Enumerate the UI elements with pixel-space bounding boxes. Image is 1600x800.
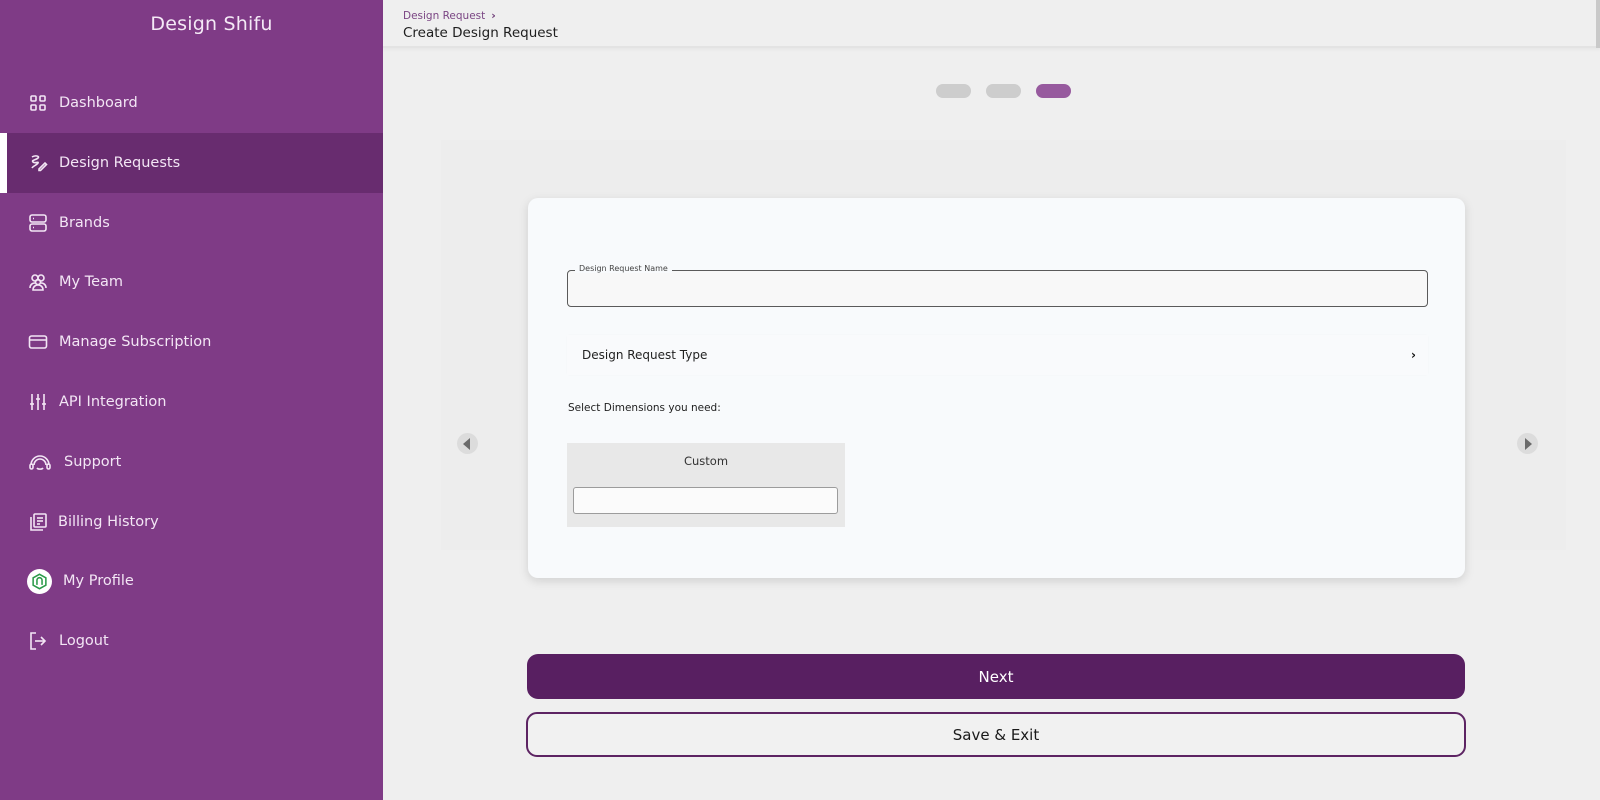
step-indicator — [936, 84, 1071, 98]
avatar-icon — [26, 568, 52, 594]
design-request-type-label: Design Request Type — [582, 348, 708, 362]
sidebar-item-label: Design Requests — [59, 155, 181, 171]
chevron-right-icon: › — [491, 9, 496, 22]
dimensions-label: Select Dimensions you need: — [568, 402, 721, 414]
sidebar-item-label: Brands — [59, 215, 110, 231]
sidebar-item-logout[interactable]: Logout — [0, 611, 383, 671]
dimension-option-title: Custom — [683, 454, 729, 468]
step-dot-3-active — [1036, 84, 1071, 98]
page-title: Create Design Request — [403, 25, 558, 41]
page-header: Design Request › Create Design Request — [383, 0, 1600, 48]
caret-left-icon — [463, 437, 470, 450]
carousel-prev-button[interactable] — [457, 433, 478, 454]
brand-title: Design Shifu — [150, 13, 273, 35]
headset-icon — [28, 451, 52, 473]
sidebar-item-label: My Profile — [63, 573, 134, 589]
server-stack-icon — [27, 212, 49, 234]
chevron-right-icon: › — [1411, 348, 1416, 362]
breadcrumb: Design Request › — [403, 9, 496, 22]
sidebar-item-label: My Team — [59, 274, 124, 290]
sidebar-item-label: Billing History — [58, 514, 159, 530]
sidebar-item-brands[interactable]: Brands — [0, 193, 383, 253]
sidebar-item-billing-history[interactable]: Billing History — [0, 492, 383, 552]
sidebar-item-support[interactable]: Support — [0, 432, 383, 492]
dimension-option-custom[interactable]: Custom — [567, 443, 845, 527]
caret-right-icon — [1525, 437, 1532, 450]
sidebar-item-api-integration[interactable]: API Integration — [0, 372, 383, 432]
sidebar-item-label: Dashboard — [59, 95, 138, 111]
sidebar-item-label: API Integration — [59, 394, 167, 410]
design-request-name-label: Design Request Name — [575, 264, 672, 273]
avatar — [26, 568, 52, 594]
design-request-form-card: Design Request Name Design Request Type … — [528, 198, 1465, 578]
logout-icon — [27, 630, 49, 652]
sidebar: Design Shifu Dashboard Design Requests B… — [0, 0, 383, 800]
carousel-next-button[interactable] — [1517, 433, 1538, 454]
credit-card-icon — [27, 331, 49, 353]
step-dot-1 — [936, 84, 971, 98]
sidebar-item-my-team[interactable]: My Team — [0, 252, 383, 312]
sidebar-item-label: Manage Subscription — [59, 334, 212, 350]
sidebar-item-label: Logout — [59, 633, 109, 649]
grid-icon — [27, 92, 49, 114]
next-button[interactable]: Next — [527, 654, 1465, 699]
step-dot-2 — [986, 84, 1021, 98]
design-request-name-input[interactable] — [568, 271, 1427, 306]
scrollbar[interactable] — [1596, 0, 1600, 48]
sidebar-item-my-profile[interactable]: My Profile — [0, 551, 383, 611]
custom-dimension-input[interactable] — [573, 487, 838, 514]
sidebar-item-label: Support — [64, 454, 122, 470]
design-request-name-field[interactable]: Design Request Name — [567, 264, 1428, 307]
sliders-icon — [27, 391, 49, 413]
breadcrumb-link[interactable]: Design Request — [403, 10, 485, 22]
sidebar-item-dashboard[interactable]: Dashboard — [0, 73, 383, 133]
team-icon — [27, 271, 49, 293]
pen-squiggle-icon — [27, 152, 49, 174]
sidebar-item-design-requests[interactable]: Design Requests — [0, 133, 383, 193]
design-request-type-selector[interactable]: Design Request Type › — [567, 335, 1428, 375]
sidebar-item-manage-subscription[interactable]: Manage Subscription — [0, 312, 383, 372]
save-exit-button[interactable]: Save & Exit — [526, 712, 1466, 757]
receipt-icon — [27, 511, 49, 533]
